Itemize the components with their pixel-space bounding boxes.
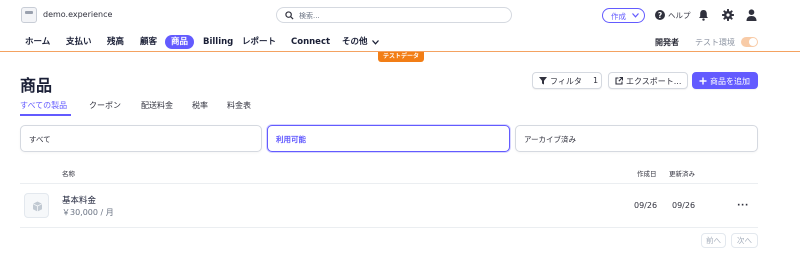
create-button[interactable]: 作成 [602,8,645,23]
test-mode-toggle[interactable] [741,37,758,47]
table-divider [20,227,758,228]
filter-count: 1 [593,76,599,85]
nav-item-home[interactable]: ホーム [25,35,50,49]
test-data-banner: テストデータ [378,52,424,62]
box-icon [32,201,43,212]
chevron-down-icon [632,13,639,18]
segment-label: 利用可能 [276,135,306,144]
search-input[interactable]: 検索... [276,7,512,23]
tab-tax-rates[interactable]: 税率 [192,100,208,111]
nav-item-reports[interactable]: レポート [242,35,276,49]
prev-page-button[interactable]: 前へ [701,233,726,248]
search-placeholder: 検索... [299,12,320,20]
tab-shipping-rates[interactable]: 配送料金 [141,100,173,111]
table-divider [20,183,758,184]
column-header-updated[interactable]: 更新済み [669,168,695,178]
nav-item-customers[interactable]: 顧客 [140,35,157,49]
export-button[interactable]: エクスポート... [608,72,688,89]
next-page-button[interactable]: 次へ [731,233,758,248]
top-bar: demo.experience 検索... 作成 ? ヘルプ [0,0,800,32]
nav-item-products[interactable]: 商品 [165,35,195,49]
filter-button[interactable]: フィルタ 1 [532,72,602,89]
nav-item-balances[interactable]: 残高 [107,35,124,49]
more-actions-icon[interactable]: ··· [737,201,749,211]
nav-item-payments[interactable]: 支払い [66,35,92,49]
product-price: ￥30,000 / 月 [62,208,114,217]
nav-item-more-label: その他 [342,37,368,47]
nav-item-connect[interactable]: Connect [291,35,330,49]
add-product-button[interactable]: 商品を追加 [692,72,758,89]
column-header-created[interactable]: 作成日 [637,168,657,178]
segment-all[interactable]: すべて [20,125,262,152]
test-mode-label: テスト環境 [695,38,735,47]
add-product-label: 商品を追加 [710,77,750,86]
user-icon[interactable] [746,9,757,21]
created-date: 09/26 [634,201,658,210]
plus-icon [699,77,707,85]
tab-all-products[interactable]: すべての製品 [20,100,67,111]
product-name[interactable]: 基本料金 [62,194,96,206]
svg-text:?: ? [658,11,662,20]
nav-item-billing[interactable]: Billing [203,35,233,49]
filter-icon [539,77,547,85]
segment-label: アーカイブ済み [524,135,577,144]
main-nav: ホーム 支払い 残高 顧客 商品 Billing レポート Connect その… [0,32,800,52]
help-label[interactable]: ヘルプ [668,10,691,21]
segment-label: すべて [29,135,51,144]
help-icon[interactable]: ? [655,10,665,20]
product-image [24,193,49,218]
updated-date: 09/26 [672,201,696,210]
create-label: 作成 [611,12,626,21]
segment-available[interactable]: 利用可能 [267,125,510,152]
nav-item-more[interactable]: その他 [342,35,368,49]
export-icon [615,77,623,85]
gear-icon[interactable] [722,9,734,21]
tab-pricing-tables[interactable]: 料金表 [227,100,251,111]
account-name[interactable]: demo.experience [43,10,112,19]
bell-icon[interactable] [698,9,709,21]
search-icon [285,11,294,20]
export-label: エクスポート... [626,77,682,86]
developers-link[interactable]: 開発者 [655,37,679,48]
chevron-down-icon [372,40,379,45]
page-title: 商品 [20,76,53,95]
account-icon[interactable] [21,7,37,23]
segment-archived[interactable]: アーカイブ済み [515,125,758,152]
column-header-name[interactable]: 名称 [62,168,75,178]
filter-label: フィルタ [550,77,582,86]
active-tab-indicator [20,114,71,116]
tab-coupons[interactable]: クーポン [89,100,121,111]
